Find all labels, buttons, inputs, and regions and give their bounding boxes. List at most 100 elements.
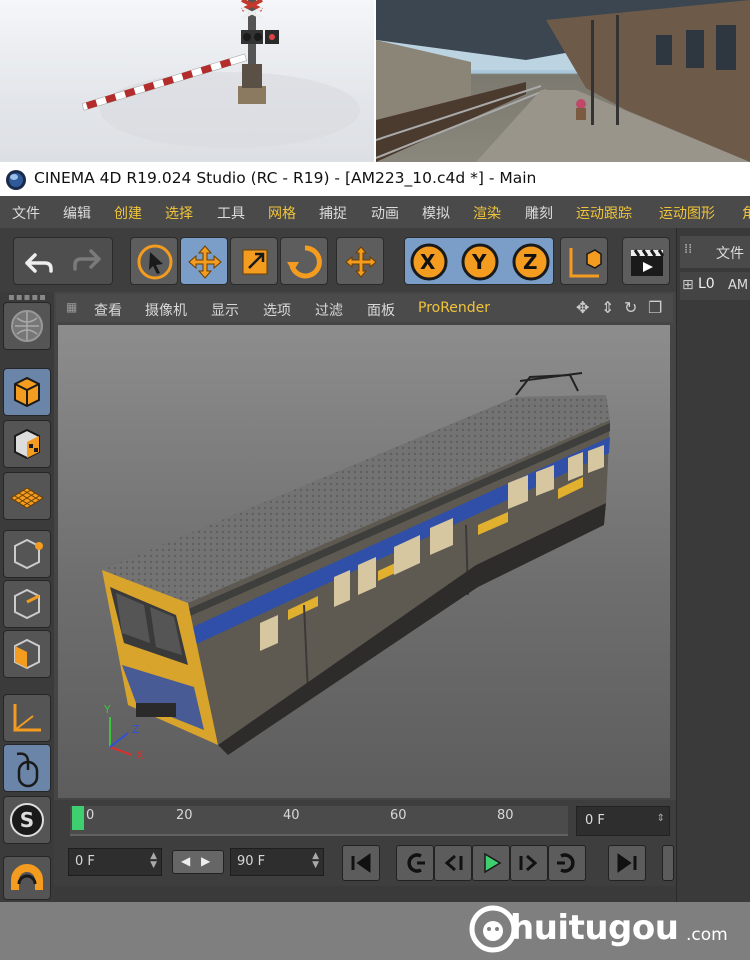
range-left-icon: ◀ (181, 854, 191, 868)
file-tab-label: 文件 (716, 246, 744, 262)
object-row[interactable]: ⊞ L0 AM (680, 272, 750, 300)
go-to-start-icon (351, 853, 371, 873)
next-keyframe-icon (557, 853, 575, 873)
axis-y-label: Y (472, 250, 487, 274)
go-to-end-button[interactable] (608, 845, 646, 881)
start-frame-value: 0 F (75, 854, 95, 869)
menu-mograph[interactable]: 运动图形 (659, 203, 715, 223)
viewport-menu-bar: ▦ 查看 摄像机 显示 选项 过滤 面板 ProRender ✥ ⇕ ↻ ❐ (56, 294, 673, 322)
range-slider[interactable]: ◀ ▶ (172, 850, 224, 874)
record-button-partial[interactable] (662, 845, 674, 881)
train-station-image (376, 0, 750, 162)
menu-mesh[interactable]: 网格 (268, 203, 296, 223)
clapperboard-icon (631, 249, 665, 276)
make-editable-icon (11, 310, 43, 342)
texture-mode-button[interactable] (3, 420, 51, 468)
timeline-playhead[interactable] (72, 806, 84, 830)
select-tool-button[interactable] (130, 237, 178, 285)
tweak-mode-button[interactable] (3, 744, 51, 792)
frame-spinner-icon[interactable]: ⇕ (657, 813, 665, 824)
menu-sculpt[interactable]: 雕刻 (525, 203, 553, 223)
object-name: AM (728, 278, 749, 293)
menu-file[interactable]: 文件 (12, 203, 40, 223)
timeline-ruler[interactable] (70, 806, 568, 836)
mouse-icon (16, 752, 39, 788)
texture-cube-icon (14, 428, 40, 460)
start-frame-field[interactable]: 0 F ▲ ▼ (68, 848, 162, 876)
scale-tool-button[interactable] (230, 237, 278, 285)
model-cube-icon (14, 376, 40, 408)
next-frame-button[interactable] (510, 845, 548, 881)
viewport-zoom-icon[interactable]: ⇕ (601, 298, 614, 317)
go-to-end-icon (617, 853, 637, 873)
edges-mode-button[interactable] (3, 580, 51, 628)
tick-label-60: 60 (390, 808, 407, 823)
viewport-grip-icon: ▦ (66, 300, 78, 314)
undo-button[interactable] (15, 239, 61, 283)
axis-x-gizmo-label: X (136, 749, 144, 762)
cinema4d-logo-icon (6, 170, 26, 190)
go-to-start-button[interactable] (342, 845, 380, 881)
expand-icon[interactable]: ⊞ (682, 277, 694, 293)
polygons-mode-button[interactable] (3, 630, 51, 678)
scale-icon (242, 249, 268, 275)
axis-y-gizmo-label: Y (104, 703, 111, 716)
transform-icon (345, 246, 377, 278)
menu-create[interactable]: 创建 (114, 203, 142, 223)
next-keyframe-button[interactable] (548, 845, 586, 881)
rotate-tool-button[interactable] (280, 237, 328, 285)
file-tab[interactable]: ⁞⁞ 文件 (680, 236, 750, 268)
viewport-menu-options[interactable]: 选项 (263, 300, 291, 320)
play-button[interactable] (472, 845, 510, 881)
window-titlebar: CINEMA 4D R19.024 Studio (RC - R19) - [A… (0, 162, 750, 197)
axis-z-button[interactable]: Z (510, 241, 552, 283)
menu-tools[interactable]: 工具 (217, 203, 245, 223)
viewport-pan-icon[interactable]: ✥ (576, 298, 589, 317)
workplane-mode-button[interactable] (3, 472, 51, 520)
points-mode-button[interactable] (3, 530, 51, 578)
viewport-maximize-icon[interactable]: ❐ (648, 298, 662, 317)
timeline-ticks (70, 834, 568, 836)
menu-edit[interactable]: 编辑 (63, 203, 91, 223)
3d-viewport[interactable]: Y X Z (58, 325, 670, 798)
workplane-grid-icon (10, 487, 44, 509)
axis-y-button[interactable]: Y (459, 241, 501, 283)
menu-render[interactable]: 渲染 (473, 203, 501, 223)
menu-select[interactable]: 选择 (165, 203, 193, 223)
start-frame-spinner-icon[interactable]: ▲ ▼ (150, 852, 157, 870)
transform-tool-button[interactable] (336, 237, 384, 285)
move-tool-button[interactable] (180, 237, 228, 285)
viewport-menu-view[interactable]: 查看 (94, 300, 122, 320)
axis-mode-button[interactable] (3, 694, 51, 742)
previous-frame-button[interactable] (434, 845, 472, 881)
magnet-button[interactable] (3, 856, 51, 900)
model-mode-button[interactable] (3, 368, 51, 416)
snap-s-icon: S (10, 803, 44, 837)
axis-x-button[interactable]: X (408, 241, 450, 283)
end-frame-field[interactable]: 90 F ▲ ▼ (230, 848, 324, 876)
previous-frame-icon (444, 854, 463, 872)
previous-keyframe-button[interactable] (396, 845, 434, 881)
current-frame-field[interactable]: 0 F ⇕ (576, 806, 670, 836)
end-frame-spinner-icon[interactable]: ▲ ▼ (312, 852, 319, 870)
viewport-menu-panel[interactable]: 面板 (367, 300, 395, 320)
render-view-button[interactable] (622, 237, 670, 285)
menu-motion-tracking[interactable]: 运动跟踪 (576, 203, 632, 223)
viewport-menu-display[interactable]: 显示 (211, 300, 239, 320)
menu-animate[interactable]: 动画 (371, 203, 399, 223)
axis-icon (13, 704, 41, 732)
redo-button[interactable] (65, 239, 111, 283)
magnet-icon (11, 864, 43, 890)
make-editable-button[interactable] (3, 302, 51, 350)
viewport-menu-filter[interactable]: 过滤 (315, 300, 343, 320)
menu-simulate[interactable]: 模拟 (422, 203, 450, 223)
redo-icon (73, 249, 101, 271)
window-title: CINEMA 4D R19.024 Studio (RC - R19) - [A… (34, 169, 537, 187)
viewport-menu-prorender[interactable]: ProRender (418, 300, 490, 316)
coordinate-system-button[interactable] (560, 237, 608, 285)
menu-character[interactable]: 角 (742, 203, 750, 223)
snap-button[interactable]: S (3, 796, 51, 844)
viewport-menu-cameras[interactable]: 摄像机 (145, 300, 187, 320)
menu-snap[interactable]: 捕捉 (319, 203, 347, 223)
viewport-rotate-icon[interactable]: ↻ (624, 298, 637, 317)
